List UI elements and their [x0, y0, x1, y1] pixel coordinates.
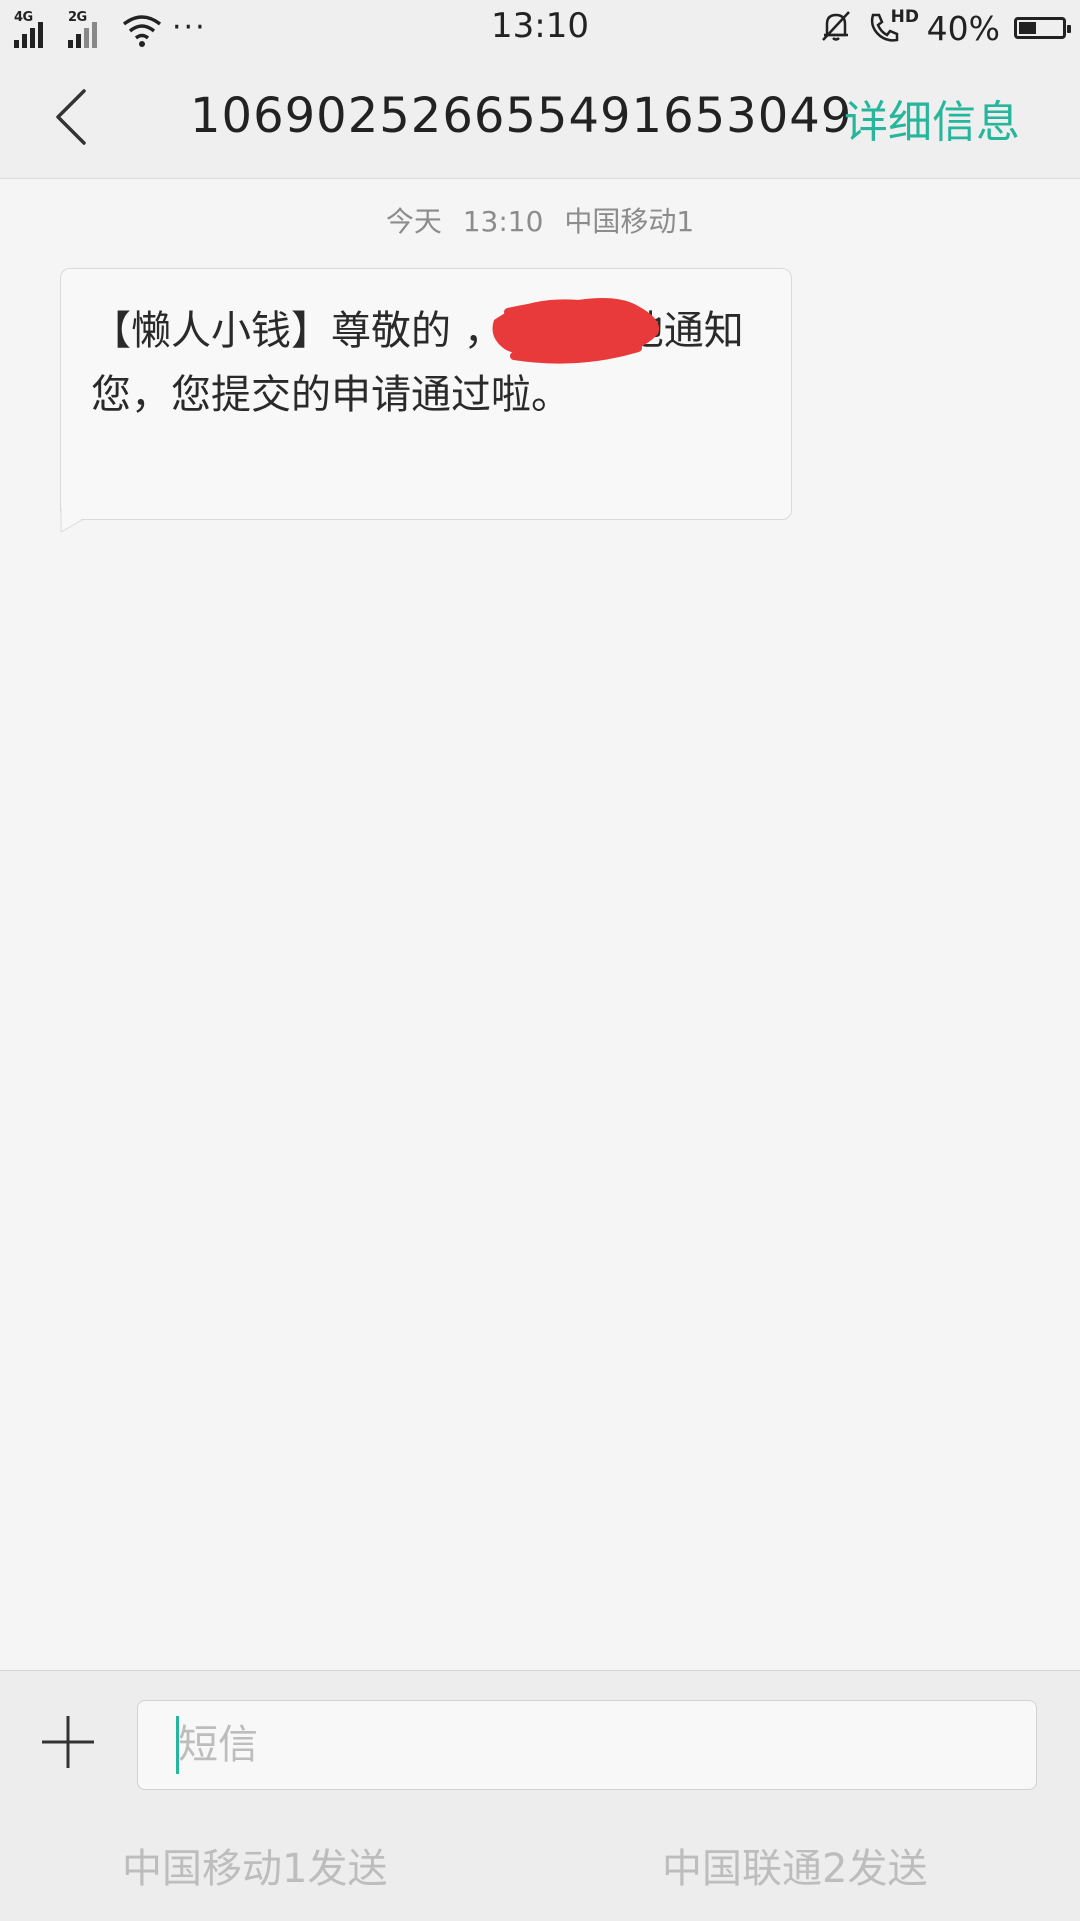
battery-icon	[1014, 17, 1071, 39]
bubble-tail	[60, 508, 83, 532]
details-button[interactable]: 详细信息	[844, 86, 1020, 150]
redaction-scribble	[492, 298, 660, 364]
message-day: 今天	[385, 205, 442, 238]
back-button[interactable]	[40, 84, 100, 150]
message-timestamp: 今天 13:10 中国移动1	[0, 200, 1080, 240]
chevron-left-icon	[56, 89, 86, 145]
contact-number: 106902526655491653049	[190, 88, 853, 144]
message-sim: 中国移动1	[564, 205, 695, 238]
battery-fill	[1019, 22, 1036, 34]
bell-muted-icon	[819, 9, 853, 47]
send-sim2-button[interactable]: 中国联通2发送	[662, 1836, 927, 1894]
conversation-header: 106902526655491653049 详细信息	[0, 56, 1080, 179]
message-bubble[interactable]: 【懒人小钱】尊敬的 ，很高兴地通知您，您提交的申请通过啦。	[60, 268, 792, 520]
text-caret	[176, 1716, 179, 1774]
plus-icon	[42, 1716, 94, 1768]
hd-badge: HD	[890, 7, 919, 27]
attach-button[interactable]	[38, 1712, 98, 1772]
message-time: 13:10	[462, 205, 544, 238]
battery-percent: 40%	[926, 8, 1000, 48]
status-right: HD 40%	[819, 7, 1071, 48]
sms-input[interactable]	[137, 1700, 1037, 1790]
send-sim1-button[interactable]: 中国移动1发送	[122, 1836, 387, 1894]
hd-call-icon: HD	[867, 7, 919, 45]
